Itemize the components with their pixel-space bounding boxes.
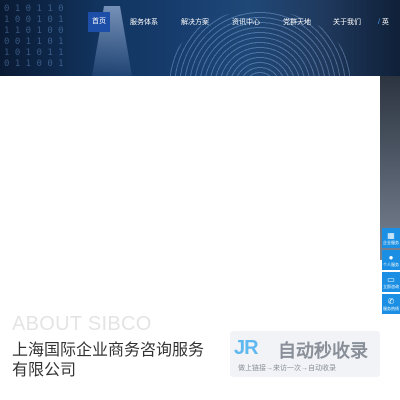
side-enterprise-service-button[interactable]: ▦ 企业服务: [382, 228, 400, 248]
side-consult-button[interactable]: ▭ 立即咨询: [382, 272, 400, 292]
nav-item-solutions[interactable]: 解决方案: [181, 17, 209, 27]
person-icon: ●: [388, 253, 394, 262]
watermark-logo: JR: [234, 337, 259, 359]
company-name: 上海国际企业商务咨询服务有限公司: [12, 342, 205, 379]
main-nav: 首页 服务体系 解决方案 资讯中心 党群天地 关于我们 / 英: [0, 0, 400, 44]
about-section-title: ABOUT SIBCO: [12, 313, 152, 335]
nav-item-news[interactable]: 资讯中心: [232, 17, 260, 27]
chat-icon: ▭: [387, 275, 395, 284]
language-switch[interactable]: / 英: [378, 17, 389, 27]
side-hotline-button[interactable]: ✆ 服务热线: [382, 294, 400, 314]
side-service-dock: ▦ 企业服务 ● 个人服务 ▭ 立即咨询 ✆ 服务热线: [382, 228, 400, 316]
side-button-label: 企业服务: [383, 240, 399, 245]
side-button-label: 立即咨询: [383, 284, 399, 289]
nav-item-home[interactable]: 首页: [88, 12, 110, 32]
phone-icon: ✆: [387, 297, 395, 306]
nav-item-about[interactable]: 关于我们: [333, 17, 361, 27]
language-separator: /: [378, 19, 380, 26]
nav-item-party[interactable]: 党群天地: [283, 17, 311, 27]
watermark-subtitle: 做上链接→来访一次→自动收录: [238, 365, 336, 372]
side-personal-service-button[interactable]: ● 个人服务: [382, 250, 400, 270]
building-icon: ▦: [387, 231, 395, 240]
nav-item-services[interactable]: 服务体系: [130, 17, 158, 27]
watermark-badge: JR 自动秒收录 做上链接→来访一次→自动收录: [230, 331, 380, 377]
side-button-label: 个人服务: [383, 262, 399, 267]
watermark-title: 自动秒收录: [278, 341, 368, 361]
language-english[interactable]: 英: [382, 19, 389, 26]
side-button-label: 服务热线: [383, 306, 399, 311]
